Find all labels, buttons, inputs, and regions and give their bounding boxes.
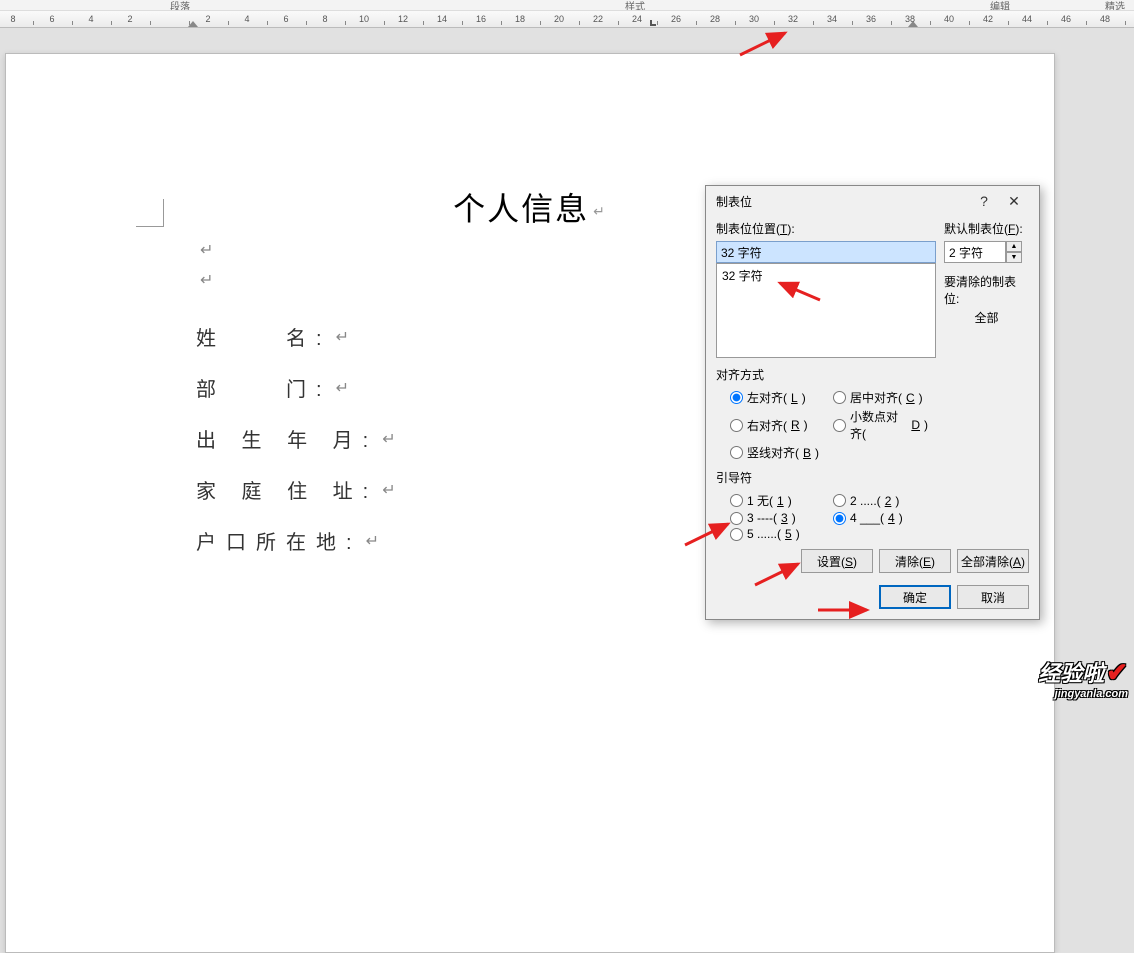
ruler-mark: 30 [746, 11, 762, 27]
ruler-mark: 18 [512, 11, 528, 27]
spinner-down-button[interactable]: ▼ [1006, 252, 1022, 263]
alignment-group-label: 对齐方式 [716, 366, 1029, 383]
paragraph-mark-icon: ↵ [336, 378, 349, 398]
watermark: 经验啦 ✔ jingyanla.com [1038, 656, 1128, 700]
tab-position-input[interactable] [716, 241, 936, 263]
leader-4-radio[interactable]: 4 ___(4) [833, 511, 928, 525]
watermark-url: jingyanla.com [1038, 688, 1128, 700]
help-button[interactable]: ? [969, 193, 999, 209]
leader-1-radio[interactable]: 1 无(1) [730, 492, 825, 509]
ruler-mark: 4 [83, 11, 99, 27]
paragraph-mark-icon: ↵ [200, 242, 213, 259]
ruler-mark: 10 [356, 11, 372, 27]
close-button[interactable]: ✕ [999, 193, 1029, 210]
ruler-mark: 38 [902, 11, 918, 27]
ruler-mark [161, 11, 177, 27]
ruler-mark: 22 [590, 11, 606, 27]
ruler-mark: 6 [278, 11, 294, 27]
ruler-mark: 4 [239, 11, 255, 27]
list-item[interactable]: 32 字符 [719, 266, 933, 285]
default-tab-label: 默认制表位(F): [944, 220, 1029, 237]
ruler-mark: 24 [629, 11, 645, 27]
ruler-mark: 6 [44, 11, 60, 27]
paragraph-mark-icon: ↵ [382, 429, 395, 449]
ruler-mark: 28 [707, 11, 723, 27]
left-indent-marker[interactable] [188, 17, 198, 27]
spinner-up-button[interactable]: ▲ [1006, 241, 1022, 252]
ruler-mark: 40 [941, 11, 957, 27]
dialog-title-text: 制表位 [716, 193, 752, 210]
ruler-mark: 2 [122, 11, 138, 27]
align-decimal-radio[interactable]: 小数点对齐(D) [833, 408, 928, 442]
paragraph-mark-icon: ↵ [382, 480, 395, 500]
ruler-mark: 44 [1019, 11, 1035, 27]
align-left-radio[interactable]: 左对齐(L) [730, 389, 825, 406]
clear-tabs-label: 要清除的制表位: [944, 273, 1029, 307]
check-icon: ✔ [1106, 657, 1128, 688]
ruler-mark: 14 [434, 11, 450, 27]
ruler-mark: 26 [668, 11, 684, 27]
ruler-mark: 2 [200, 11, 216, 27]
ok-button[interactable]: 确定 [879, 585, 951, 609]
cancel-button[interactable]: 取消 [957, 585, 1029, 609]
ruler-mark: 12 [395, 11, 411, 27]
default-tab-input[interactable] [944, 241, 1006, 263]
clear-all-button[interactable]: 全部清除(A) [957, 549, 1029, 573]
align-right-radio[interactable]: 右对齐(R) [730, 408, 825, 442]
ruler-mark: 32 [785, 11, 801, 27]
ruler-mark: 8 [5, 11, 21, 27]
ruler-mark: 16 [473, 11, 489, 27]
ruler-mark: 46 [1058, 11, 1074, 27]
paragraph-mark-icon: ↵ [366, 531, 379, 551]
paragraph-mark-icon: ↵ [593, 203, 607, 219]
dialog-titlebar[interactable]: 制表位 ? ✕ [706, 186, 1039, 216]
tab-position-listbox[interactable]: 32 字符 [716, 263, 936, 358]
align-bar-radio[interactable]: 竖线对齐(B) [730, 444, 825, 461]
clear-all-text: 全部 [944, 309, 1029, 326]
leader-3-radio[interactable]: 3 ----(3) [730, 511, 825, 525]
tabs-dialog: 制表位 ? ✕ 制表位位置(T): 32 字符 默认制表位(F): ▲ ▼ [705, 185, 1040, 620]
clear-button[interactable]: 清除(E) [879, 549, 951, 573]
leader-group-label: 引导符 [716, 469, 1029, 486]
ruler-mark: 34 [824, 11, 840, 27]
horizontal-ruler[interactable]: 8642246810121416182022242628303234363840… [0, 10, 1134, 28]
toolbar-group-labels: 段落 样式 编辑 精选 [0, 0, 1134, 10]
ruler-mark: 20 [551, 11, 567, 27]
leader-5-radio[interactable]: 5 ......(5) [730, 527, 825, 541]
ruler-mark: 48 [1097, 11, 1113, 27]
paragraph-mark-icon: ↵ [336, 327, 349, 347]
set-button[interactable]: 设置(S) [801, 549, 873, 573]
title-text: 个人信息 [453, 191, 589, 227]
watermark-brand: 经验啦 [1038, 656, 1104, 688]
ruler-mark: 42 [980, 11, 996, 27]
paragraph-mark-icon: ↵ [200, 272, 213, 289]
tab-stop-marker[interactable] [650, 20, 656, 26]
align-center-radio[interactable]: 居中对齐(C) [833, 389, 928, 406]
tab-position-label: 制表位位置(T): [716, 220, 936, 237]
ruler-mark: 36 [863, 11, 879, 27]
leader-2-radio[interactable]: 2 .....(2) [833, 492, 928, 509]
ruler-mark: 8 [317, 11, 333, 27]
